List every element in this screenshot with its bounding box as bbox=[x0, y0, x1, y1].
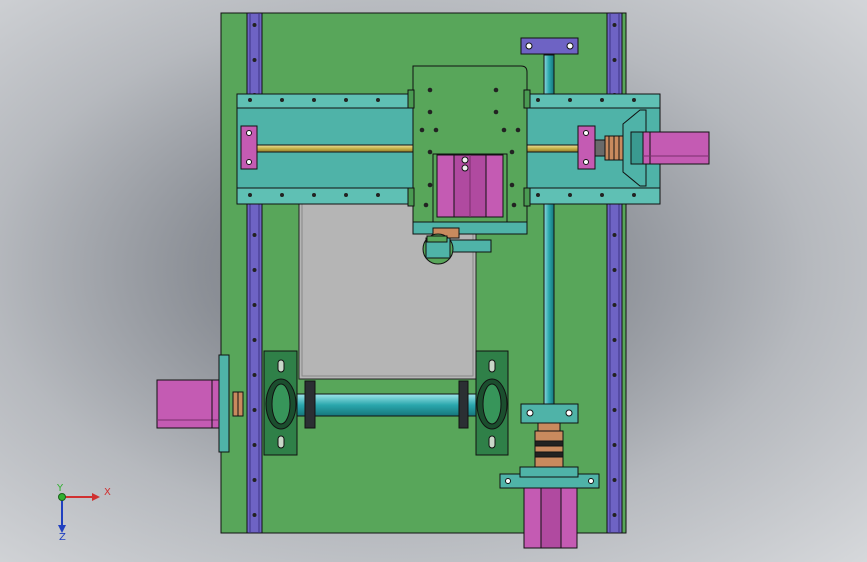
beam-bolt bbox=[632, 98, 636, 102]
rail-bolt bbox=[252, 478, 257, 482]
left-rail[interactable] bbox=[246, 12, 263, 534]
carriage-bolt bbox=[493, 109, 499, 115]
beam-bolt bbox=[632, 193, 636, 197]
beam-bolt bbox=[280, 98, 284, 102]
triad-y-dot bbox=[58, 493, 66, 501]
rail-bolt bbox=[612, 408, 617, 412]
left-pillow-block-bearing[interactable] bbox=[263, 350, 298, 456]
rail-bolt bbox=[252, 443, 257, 447]
coordinate-triad bbox=[58, 493, 100, 533]
rail-bolt bbox=[252, 303, 257, 307]
beam-bolt bbox=[536, 98, 540, 102]
beam-bolt bbox=[344, 193, 348, 197]
beam-bolt bbox=[600, 98, 604, 102]
carriage-bolt bbox=[427, 149, 433, 155]
carriage-bolt bbox=[509, 182, 515, 188]
beam-bolt bbox=[344, 98, 348, 102]
left-motor-mount[interactable] bbox=[218, 354, 230, 453]
rail-bolt bbox=[612, 303, 617, 307]
rail-bolt bbox=[252, 233, 257, 237]
rail-bolt bbox=[612, 338, 617, 342]
right-pillow-block-bearing[interactable] bbox=[475, 350, 509, 456]
triad-y-label: Y bbox=[57, 483, 64, 494]
rail-bolt bbox=[612, 478, 617, 482]
beam-bolt bbox=[248, 98, 252, 102]
rail-bolt bbox=[612, 233, 617, 237]
rail-bolt bbox=[252, 513, 257, 517]
rail-bolt bbox=[252, 268, 257, 272]
beam-bolt bbox=[376, 193, 380, 197]
carriage-bolt bbox=[423, 202, 429, 208]
carriage-bolt bbox=[419, 127, 425, 133]
left-collar[interactable] bbox=[304, 380, 316, 429]
carriage-bolt bbox=[509, 149, 515, 155]
beam-bolt bbox=[248, 193, 252, 197]
y-stepper-motor[interactable] bbox=[436, 154, 504, 218]
beam-bolt bbox=[280, 193, 284, 197]
triad-z-label: Z bbox=[59, 532, 66, 543]
carriage-bolt bbox=[515, 127, 521, 133]
rail-bolt bbox=[612, 373, 617, 377]
nut-block[interactable] bbox=[520, 403, 579, 424]
rail-bolt bbox=[612, 513, 617, 517]
carriage-bolt bbox=[427, 87, 433, 93]
rail-bolt bbox=[252, 58, 257, 62]
triad-x-arrow bbox=[92, 493, 100, 501]
carriage-bolt bbox=[501, 127, 507, 133]
beam-bolt bbox=[568, 98, 572, 102]
beam-bolt bbox=[312, 193, 316, 197]
beam-bolt bbox=[600, 193, 604, 197]
rail-bolt bbox=[252, 408, 257, 412]
rail-bolt bbox=[612, 443, 617, 447]
beam-bolt bbox=[536, 193, 540, 197]
rail-bolt bbox=[612, 268, 617, 272]
left-screw-support[interactable] bbox=[240, 125, 258, 170]
rail-bolt bbox=[252, 373, 257, 377]
assembly-drawing[interactable] bbox=[0, 0, 867, 562]
rail-bolt bbox=[612, 58, 617, 62]
carriage-bolt bbox=[493, 87, 499, 93]
x-stepper-motor[interactable] bbox=[642, 131, 710, 165]
carriage-bolt bbox=[511, 202, 517, 208]
left-coupling[interactable] bbox=[232, 391, 244, 417]
left-stepper-motor[interactable] bbox=[156, 379, 220, 429]
bottom-stepper-motor[interactable] bbox=[523, 487, 578, 549]
right-rail[interactable] bbox=[606, 12, 623, 534]
rail-bolt bbox=[252, 338, 257, 342]
top-shaft-support[interactable] bbox=[520, 37, 579, 55]
triad-x-label: X bbox=[104, 487, 111, 498]
vertical-coupling[interactable] bbox=[534, 430, 564, 468]
beam-bolt bbox=[312, 98, 316, 102]
carriage-bolt bbox=[427, 182, 433, 188]
rail-bolt bbox=[252, 23, 257, 27]
rail-bolt bbox=[612, 23, 617, 27]
cad-viewport[interactable]: X Y Z bbox=[0, 0, 867, 562]
beam-bolt bbox=[376, 98, 380, 102]
beam-bolt bbox=[568, 193, 572, 197]
right-collar[interactable] bbox=[458, 380, 469, 429]
carriage-bolt bbox=[433, 127, 439, 133]
carriage-bolt bbox=[427, 109, 433, 115]
x-coupling[interactable] bbox=[604, 135, 624, 161]
